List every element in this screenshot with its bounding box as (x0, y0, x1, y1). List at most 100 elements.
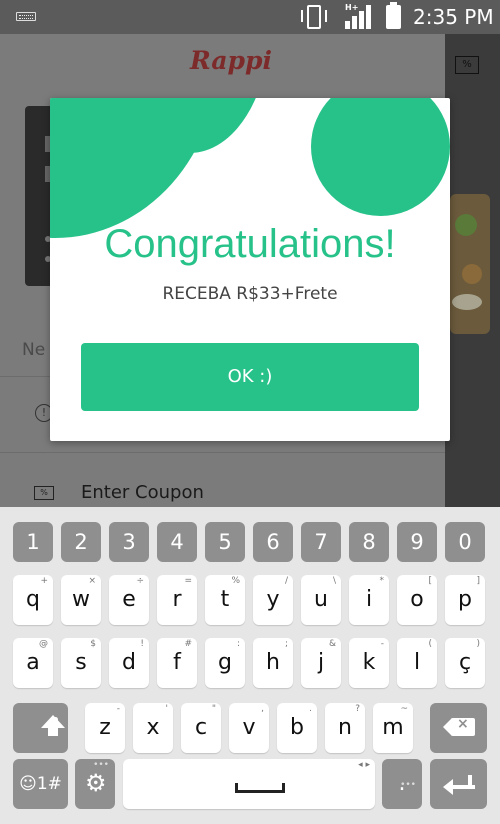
key-label: l (413, 650, 421, 675)
key-hint: # (184, 639, 192, 649)
shift-key[interactable] (13, 703, 68, 753)
key-u[interactable]: u \ (301, 575, 341, 625)
key-g[interactable]: g: (205, 638, 245, 688)
vibrate-icon (300, 4, 328, 30)
settings-key[interactable]: ⚙ ••• (75, 759, 115, 809)
key-6[interactable]: 6 (253, 522, 293, 562)
key-f[interactable]: f # (157, 638, 197, 688)
coupon-icon[interactable]: % (455, 56, 479, 74)
space-key[interactable]: ◂ ▸ (123, 759, 375, 809)
clock: 2:35 PM (413, 5, 494, 29)
divider (0, 452, 445, 453)
key-x[interactable]: x ' (133, 703, 173, 753)
key-n[interactable]: n? (325, 703, 365, 753)
key-label: s (75, 650, 87, 675)
key-2[interactable]: 2 (61, 522, 101, 562)
key-4[interactable]: 4 (157, 522, 197, 562)
enter-icon (443, 775, 475, 795)
key-label: o (410, 587, 424, 612)
key-hint: ' (165, 704, 168, 714)
key-5[interactable]: 5 (205, 522, 245, 562)
key-k[interactable]: k- (349, 638, 389, 688)
key-label: e (122, 587, 136, 612)
key-hint: \ (332, 576, 336, 586)
enter-coupon-item[interactable]: Enter Coupon (81, 482, 204, 503)
key-l[interactable]: l( (397, 638, 437, 688)
key-a[interactable]: a @ (13, 638, 53, 688)
key-9[interactable]: 9 (397, 522, 437, 562)
key-label: y (266, 587, 280, 612)
key-3[interactable]: 3 (109, 522, 149, 562)
emoji-symbols-key[interactable]: ☺1# (13, 759, 68, 809)
key-label: g (218, 650, 232, 675)
key-hint: - (116, 704, 120, 714)
key-d[interactable]: d! (109, 638, 149, 688)
congratulations-dialog: Congratulations! RECEBA R$33+Frete OK :) (50, 98, 450, 441)
period-key[interactable]: . ••• (382, 759, 422, 809)
key-m[interactable]: m ~ (373, 703, 413, 753)
key-hint: ÷ (136, 576, 144, 586)
enter-key[interactable] (430, 759, 487, 809)
key-label: p (458, 587, 472, 612)
dialog-subtitle: RECEBA R$33+Frete (162, 284, 338, 304)
keyboard-indicator-icon (16, 12, 36, 21)
key-label: z (99, 715, 111, 740)
key-t[interactable]: t% (205, 575, 245, 625)
key-hint: [ (428, 576, 432, 586)
soft-keyboard: 1234567890 q + w × e ÷ r = t% y / u \ i * o[p] a @ s $ d! f #… (0, 507, 500, 824)
key-j[interactable]: j & (301, 638, 341, 688)
key-label: b (290, 715, 304, 740)
key-hint: ( (428, 639, 432, 649)
key-label: x (146, 715, 160, 740)
key-8[interactable]: 8 (349, 522, 389, 562)
battery-icon (386, 2, 401, 29)
main-content-edge: % (445, 34, 500, 507)
key-hint: , (261, 704, 264, 714)
key-r[interactable]: r = (157, 575, 197, 625)
key-label: k (362, 650, 376, 675)
key-h[interactable]: h; (253, 638, 293, 688)
signal-icon: H+ (345, 3, 375, 29)
key-label: t (220, 587, 230, 612)
key-y[interactable]: y / (253, 575, 293, 625)
key-label: d (122, 650, 136, 675)
rappi-logo: Rappi (190, 46, 273, 75)
backspace-icon: × (443, 716, 475, 736)
key-v[interactable]: v, (229, 703, 269, 753)
key-i[interactable]: i * (349, 575, 389, 625)
backspace-key[interactable]: × (430, 703, 487, 753)
key-hint: - (380, 639, 384, 649)
key-e[interactable]: e ÷ (109, 575, 149, 625)
key-p[interactable]: p] (445, 575, 485, 625)
key-z[interactable]: z- (85, 703, 125, 753)
key-w[interactable]: w × (61, 575, 101, 625)
key-label: n (338, 715, 352, 740)
key-hint: @ (39, 639, 48, 649)
key-c[interactable]: c " (181, 703, 221, 753)
ok-button[interactable]: OK :) (81, 343, 419, 411)
key-hint: & (328, 639, 336, 649)
key-b[interactable]: b. (277, 703, 317, 753)
key-hint: " (211, 704, 216, 714)
key-0[interactable]: 0 (445, 522, 485, 562)
key-hint: = (184, 576, 192, 586)
key-label: i (365, 587, 373, 612)
key-label: q (26, 587, 40, 612)
key-label: f (173, 650, 181, 675)
key-o[interactable]: o[ (397, 575, 437, 625)
key-ç[interactable]: ç) (445, 638, 485, 688)
network-type-label: H+ (345, 3, 359, 12)
key-label: r (172, 587, 182, 612)
gear-icon: ⚙ (85, 769, 107, 797)
key-label: ç (458, 650, 472, 675)
key-q[interactable]: q + (13, 575, 53, 625)
key-s[interactable]: s $ (61, 638, 101, 688)
key-hint: ) (476, 639, 480, 649)
decorative-circle (311, 98, 450, 216)
drawer-partial-label: Ne (22, 340, 46, 360)
key-7[interactable]: 7 (301, 522, 341, 562)
key-label: a (26, 650, 40, 675)
key-1[interactable]: 1 (13, 522, 53, 562)
key-label: c (194, 715, 208, 740)
key-hint: ! (140, 639, 144, 649)
